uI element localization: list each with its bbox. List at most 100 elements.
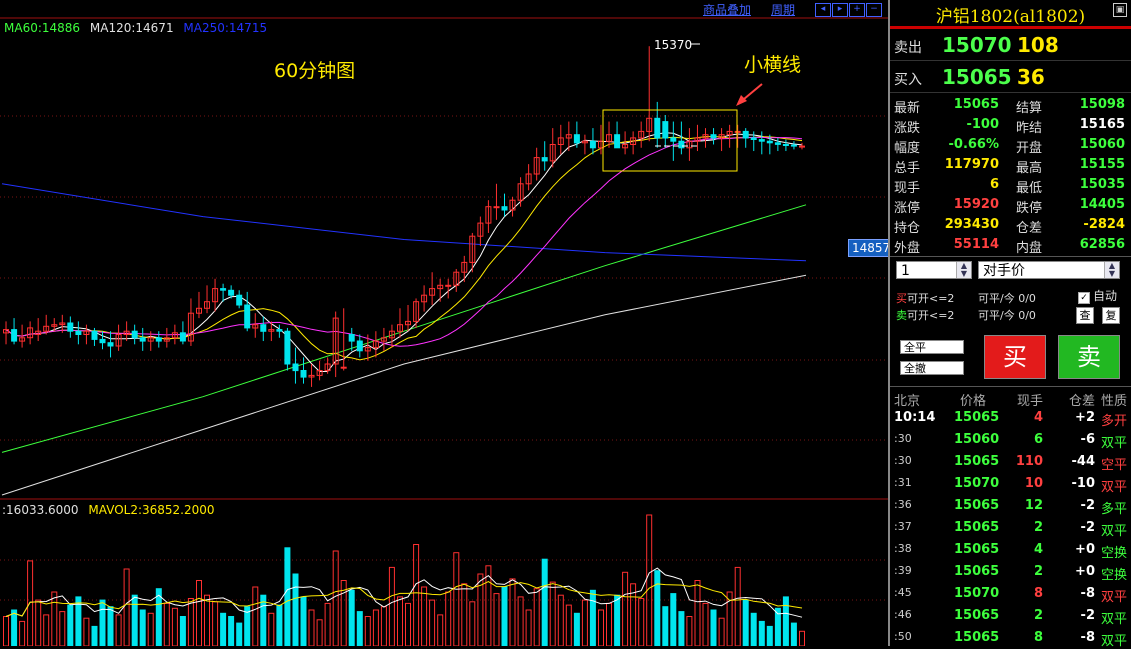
volume-bar	[388, 566, 395, 646]
stats-table: 最新 15065 结算 15098 涨跌 -100 昨结 15165 幅度 -0.66% 开盘 150…	[890, 93, 1131, 256]
chart-nav-buttons: ◂ ▸ + −	[815, 2, 882, 17]
check-icon: ✓	[1078, 292, 1090, 304]
sell-button[interactable]: 卖	[1058, 335, 1120, 379]
volume-bar	[187, 598, 194, 646]
dropdown-arrows-icon[interactable]: ▲ ▼	[1104, 262, 1119, 278]
close-all-button[interactable]: 全平	[900, 340, 964, 354]
tick-table: 北京 价格 现手 仓差 性质 10:14 15065 4 +2 多开:30 15060 6 -…	[890, 386, 1131, 649]
mavol5-line	[5, 567, 803, 618]
price-type-select[interactable]: 对手价 ▲ ▼	[978, 261, 1120, 279]
volume-bar	[19, 620, 26, 646]
volume-bar	[292, 573, 299, 646]
volume-bar	[782, 596, 789, 646]
kline-chart-area[interactable]: MA60:14886 MA120:14671 MA250:14715 商品叠加 …	[0, 0, 888, 646]
quantity-stepper[interactable]: 1 ▲ ▼	[896, 261, 972, 279]
tick-qty: 4	[1033, 410, 1043, 425]
volume-bar	[694, 580, 701, 646]
stats-row: 持仓 293430 仓差 -2824	[890, 215, 1131, 236]
auto-label: 自动	[1093, 289, 1118, 303]
period-link[interactable]: 周期	[771, 1, 795, 18]
tick-oi: -2	[1080, 608, 1095, 623]
volume-bar	[549, 581, 556, 646]
tick-type: 空换	[1100, 546, 1127, 561]
volume-bar	[204, 594, 210, 646]
volume-bar	[598, 609, 604, 646]
volume-bar	[147, 612, 154, 646]
stepper-arrows-icon[interactable]: ▲ ▼	[956, 262, 971, 278]
panel-menu-icon[interactable]: ▣	[1113, 3, 1127, 17]
buy-button[interactable]: 买	[984, 335, 1046, 379]
candle-body	[766, 140, 773, 144]
volume-bar	[348, 589, 355, 646]
candle-body	[782, 144, 789, 146]
volume-bar	[107, 606, 114, 646]
volume-bar	[27, 560, 34, 646]
stat-label: 幅度	[894, 141, 921, 156]
quantity-value: 1	[901, 263, 910, 279]
stats-row: 外盘 55114 内盘 62856	[890, 235, 1131, 256]
stat-value: 55114	[953, 237, 999, 252]
scroll-left-icon[interactable]: ◂	[815, 2, 831, 17]
tick-oi: +0	[1075, 542, 1095, 557]
tick-oi: +2	[1075, 410, 1095, 425]
sell-open-text: 可开<=2	[907, 309, 955, 322]
volume-bar	[581, 599, 588, 646]
stat-label: 开盘	[1016, 141, 1043, 156]
stats-row: 涨停 15920 跌停 14405	[890, 195, 1131, 216]
tick-time: :38	[894, 542, 912, 555]
volume-bar	[421, 586, 428, 646]
stat-value: 14405	[1079, 197, 1125, 212]
scroll-right-icon[interactable]: ▸	[832, 2, 848, 17]
volume-bar	[324, 602, 331, 646]
candle-body	[139, 337, 146, 342]
query-button[interactable]: 查	[1076, 307, 1094, 324]
stat-value: 15098	[1079, 97, 1125, 112]
tick-oi: -44	[1071, 454, 1096, 469]
tick-oi: -8	[1080, 586, 1095, 601]
sell-open-info: 卖可开<=2	[896, 307, 954, 323]
ask-row[interactable]: 卖出 15070 108	[890, 29, 1131, 61]
volume-bar	[606, 602, 612, 646]
tick-oi: -8	[1080, 630, 1095, 645]
ma250-legend: MA250:14715	[183, 21, 268, 35]
sell-tag: 卖	[896, 309, 907, 322]
candle-body	[670, 137, 677, 142]
volume-bar	[766, 625, 773, 646]
candle-body	[750, 137, 757, 140]
candle-body	[292, 363, 299, 372]
auto-checkbox[interactable]: ✓ 自动	[1078, 287, 1117, 304]
tick-price: 15070	[954, 586, 1000, 601]
stat-label: 仓差	[1016, 221, 1043, 236]
volume-bar	[332, 550, 339, 646]
stat-label: 内盘	[1016, 241, 1043, 256]
tick-type: 双平	[1100, 524, 1127, 539]
tick-type: 双平	[1100, 436, 1127, 451]
tick-time: :39	[894, 564, 912, 577]
stats-row: 最新 15065 结算 15098	[890, 95, 1131, 116]
kline-chart-svg[interactable]	[0, 0, 888, 646]
candle-body	[228, 289, 235, 296]
candle-body	[573, 134, 580, 144]
zoom-in-icon[interactable]: +	[849, 2, 865, 17]
tick-price: 15065	[954, 520, 1000, 535]
bid-row[interactable]: 买入 15065 36	[890, 61, 1131, 93]
current-price-tag: 14857	[848, 239, 888, 257]
stat-label: 最高	[1016, 161, 1043, 176]
overlay-link[interactable]: 商品叠加	[703, 1, 751, 18]
tick-table-header: 北京 价格 现手 仓差 性质	[890, 387, 1131, 409]
tick-qty: 10	[1024, 476, 1043, 491]
tick-qty: 8	[1033, 630, 1043, 645]
tick-type: 空平	[1100, 458, 1127, 473]
candle-body	[662, 121, 669, 139]
zoom-out-icon[interactable]: −	[866, 2, 882, 17]
stats-row: 涨跌 -100 昨结 15165	[890, 115, 1131, 136]
cancel-all-button[interactable]: 全撤	[900, 361, 964, 375]
stat-label: 持仓	[894, 221, 921, 236]
volume-bar	[509, 578, 516, 646]
buy-open-info: 买可开<=2	[896, 290, 954, 306]
volume-bar	[646, 514, 653, 646]
volume-bar	[453, 552, 460, 646]
tick-qty: 2	[1033, 608, 1043, 623]
candle-body	[236, 294, 243, 306]
copy-button[interactable]: 复	[1102, 307, 1120, 324]
